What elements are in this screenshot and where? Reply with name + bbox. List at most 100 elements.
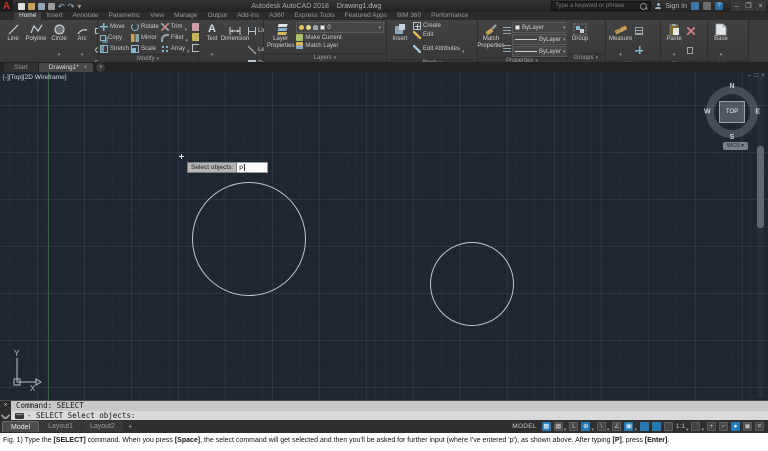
linetype-caret-icon[interactable] — [563, 49, 566, 55]
match-properties-button[interactable]: Match Properties — [480, 21, 502, 57]
ribbon-tab-performance[interactable]: Performance — [426, 12, 473, 20]
edit-block-button[interactable]: Edit — [413, 31, 465, 39]
open-folder-icon[interactable] — [28, 3, 35, 10]
ribbon-tab-add-ins[interactable]: Add-ins — [232, 12, 264, 20]
autocad-logo-icon[interactable]: A — [0, 0, 13, 12]
group-button[interactable]: Group — [569, 21, 591, 53]
mirror-button[interactable]: Mirror — [131, 34, 159, 42]
base-button[interactable]: Base — [710, 21, 732, 61]
graphics-performance-icon[interactable]: ● — [731, 422, 740, 431]
a360-icon[interactable] — [691, 2, 699, 10]
insert-block-button[interactable]: Insert — [389, 21, 411, 59]
viewcube-north[interactable]: N — [729, 83, 734, 90]
id-point-icon[interactable] — [635, 46, 643, 54]
viewcube-south[interactable]: S — [730, 134, 735, 141]
edit-attributes-dropdown-icon[interactable] — [462, 40, 465, 58]
viewcube[interactable]: N S W E TOP — [704, 84, 760, 140]
edit-attributes-button[interactable]: Edit Attributes — [413, 40, 465, 58]
new-layout-button[interactable]: + — [124, 422, 137, 431]
stretch-button[interactable]: Stretch — [100, 45, 129, 53]
paste-dropdown-icon[interactable] — [673, 43, 676, 61]
save-icon[interactable] — [38, 3, 45, 10]
new-file-icon[interactable] — [18, 3, 25, 10]
drawing-area[interactable]: [-][Top][2D Wireframe] – □ × Select obje… — [0, 72, 768, 400]
groups-panel-title[interactable]: Groups — [567, 53, 605, 62]
object-color-caret-icon[interactable] — [563, 25, 566, 31]
match-layer-button[interactable]: Match Layer — [296, 42, 384, 49]
layers-panel-title[interactable]: Layers — [264, 53, 386, 62]
wcs-menu-button[interactable]: WCS ▾ — [723, 142, 748, 150]
annotation-autoscale-icon[interactable] — [652, 422, 661, 431]
new-drawing-tab-button[interactable]: + — [96, 63, 105, 72]
osnap-tracking-icon[interactable]: ∠ — [612, 422, 621, 431]
help-icon[interactable]: ? — [715, 2, 723, 10]
sign-in-button[interactable]: Sign In — [665, 3, 687, 10]
copy-button[interactable]: Copy — [100, 35, 129, 41]
layer-properties-button[interactable]: Layer Properties — [266, 21, 295, 53]
viewcube-top-face[interactable]: TOP — [719, 101, 745, 123]
command-close-icon[interactable]: × — [3, 402, 7, 409]
minimize-button[interactable]: – — [731, 1, 742, 11]
ortho-mode-icon[interactable]: L — [569, 422, 578, 431]
ribbon-tab-express-tools[interactable]: Express Tools — [289, 12, 339, 20]
ribbon-tab-parametric[interactable]: Parametric — [104, 12, 145, 20]
customization-icon[interactable]: ≡ — [755, 422, 764, 431]
viewcube-west[interactable]: W — [704, 109, 711, 116]
model-space-label[interactable]: MODEL — [512, 423, 537, 430]
make-current-button[interactable]: Make Current — [296, 34, 384, 41]
search-input[interactable]: Type a keyword or phrase — [551, 1, 651, 11]
recent-commands-icon[interactable] — [15, 413, 24, 419]
plot-icon[interactable] — [48, 3, 55, 10]
command-customize-icon[interactable] — [1, 410, 11, 420]
measure-button[interactable]: Measure — [608, 21, 633, 61]
measure-dropdown-icon[interactable] — [619, 43, 622, 61]
move-button[interactable]: Move — [100, 23, 129, 31]
file-tab-start[interactable]: Start — [4, 63, 38, 72]
transparency-icon[interactable] — [503, 44, 511, 52]
arc-dropdown-icon[interactable] — [81, 43, 84, 61]
layer-dropdown[interactable]: 0 — [296, 22, 384, 33]
scale-button[interactable]: Scale — [131, 45, 159, 53]
file-tab-drawing1[interactable]: Drawing1* — [39, 63, 94, 72]
create-block-button[interactable]: Create — [413, 22, 465, 30]
viewport-scrollbar[interactable] — [757, 74, 764, 398]
viewport-controls-label[interactable]: [-][Top][2D Wireframe] — [3, 74, 67, 81]
ribbon-tab-insert[interactable]: Insert — [41, 12, 67, 20]
clean-screen-icon[interactable]: ▣ — [743, 422, 752, 431]
search-icon[interactable] — [640, 3, 647, 10]
annotation-scale-icon[interactable] — [664, 422, 673, 431]
text-dropdown-icon[interactable] — [211, 43, 214, 61]
lineweight-dropdown[interactable]: ByLayer — [512, 34, 569, 45]
layout-tab-layout1[interactable]: Layout1 — [40, 421, 81, 432]
circle-entity-1[interactable] — [192, 182, 306, 296]
restore-button[interactable]: ❐ — [743, 1, 754, 11]
ribbon-tab-output[interactable]: Output — [203, 12, 233, 20]
circle-dropdown-icon[interactable] — [58, 43, 61, 61]
undo-icon[interactable]: ↶ — [58, 3, 65, 10]
rotate-button[interactable]: Rotate — [131, 23, 159, 31]
layout-tab-model[interactable]: Model — [2, 421, 39, 432]
drawing-minimize-icon[interactable]: – — [748, 72, 752, 79]
close-button[interactable]: × — [755, 1, 766, 11]
base-dropdown-icon[interactable] — [720, 43, 723, 61]
properties-list-icon[interactable] — [503, 26, 511, 34]
ribbon-tab-featured-apps[interactable]: Featured Apps — [340, 12, 392, 20]
paste-button[interactable]: Paste — [663, 21, 685, 61]
cut-icon[interactable] — [687, 27, 695, 35]
qat-menu-icon[interactable]: ▾ — [77, 3, 81, 10]
modify-panel-title[interactable]: Modify — [98, 54, 198, 62]
linetype-dropdown[interactable]: ByLayer — [512, 46, 569, 57]
copy-clip-icon[interactable] — [687, 47, 693, 54]
layout-tab-layout2[interactable]: Layout2 — [82, 421, 123, 432]
dynamic-input-field[interactable]: p — [237, 162, 268, 173]
grid-display-icon[interactable]: ▦ — [542, 422, 551, 431]
annotation-monitor-icon[interactable]: + — [707, 422, 716, 431]
circle-entity-2[interactable] — [430, 242, 514, 326]
quick-properties-icon[interactable]: ⌐ — [719, 422, 728, 431]
viewport-scrollbar-thumb[interactable] — [757, 146, 764, 228]
ribbon-tab-annotate[interactable]: Annotate — [68, 12, 104, 20]
ribbon-tab-bim-360[interactable]: BIM 360 — [392, 12, 426, 20]
ribbon-tab-home[interactable]: Home — [14, 12, 41, 20]
ribbon-tab-a360[interactable]: A360 — [264, 12, 289, 20]
lineweight-caret-icon[interactable] — [563, 37, 566, 43]
